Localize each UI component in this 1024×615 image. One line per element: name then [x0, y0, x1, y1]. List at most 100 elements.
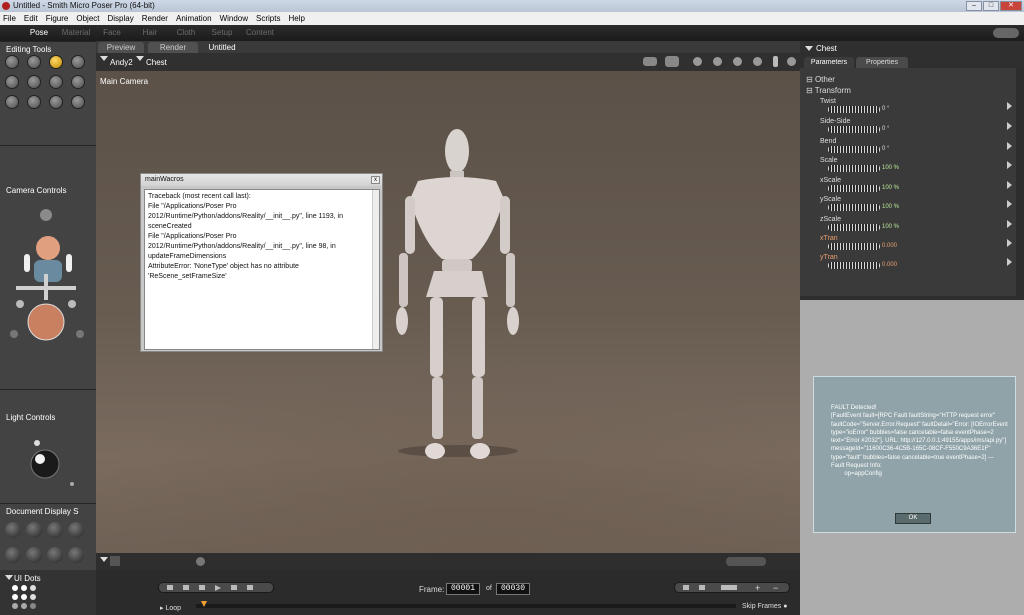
figure-dropdown-icon[interactable] [100, 56, 108, 61]
room-tab-material[interactable]: Material [58, 27, 94, 39]
camera-lock-icon[interactable] [693, 57, 702, 66]
param-value[interactable]: 100 % [882, 185, 899, 191]
actor-select[interactable]: Chest [146, 58, 167, 67]
param-zscale[interactable]: zScale 100 % [820, 216, 1016, 235]
dropdown-icon[interactable] [100, 557, 108, 562]
param-menu-arrow-icon[interactable] [1007, 181, 1012, 189]
param-menu-arrow-icon[interactable] [1007, 258, 1012, 266]
ui-dots-collapse-icon[interactable] [5, 575, 13, 580]
param-value[interactable]: 100 % [882, 204, 899, 210]
param-menu-arrow-icon[interactable] [1007, 122, 1012, 130]
render-tab[interactable]: Render [148, 42, 198, 53]
hidden-line-style-icon[interactable] [68, 522, 84, 538]
param-value[interactable]: 0 ° [882, 146, 889, 152]
camera-controls-widget[interactable] [0, 200, 96, 380]
cartoon-style-icon[interactable] [68, 547, 84, 563]
grouping-tool-icon[interactable] [5, 95, 19, 109]
color-tool-icon[interactable] [71, 75, 85, 89]
menu-window[interactable]: Window [220, 14, 248, 23]
param-side-side[interactable]: Side-Side 0 ° [820, 118, 1016, 137]
previous-frame-icon[interactable] [183, 585, 189, 590]
light-controls-widget[interactable] [0, 428, 96, 498]
shadow-icon[interactable] [713, 57, 722, 66]
current-frame-field[interactable]: 00001 [446, 583, 480, 595]
maximize-button[interactable]: □ [983, 1, 999, 11]
ui-dots-grid[interactable] [0, 585, 96, 615]
settings-dots-icon[interactable] [196, 557, 205, 566]
room-tab-cloth[interactable]: Cloth [170, 27, 202, 39]
wireframe-style-icon[interactable] [47, 522, 63, 538]
param-value[interactable]: 0.000 [882, 243, 897, 249]
first-frame-icon[interactable] [167, 585, 173, 590]
skip-frames-toggle[interactable]: Skip Frames ● [742, 603, 787, 610]
actor-title[interactable]: Chest [816, 44, 837, 53]
param-dial[interactable] [828, 126, 880, 133]
param-dial[interactable] [828, 106, 880, 113]
room-tab-content[interactable]: Content [242, 27, 278, 39]
group-transform[interactable]: ⊟ Transform [806, 86, 851, 95]
last-frame-icon[interactable] [247, 585, 253, 590]
depth-cue-icon[interactable] [773, 56, 778, 67]
keyframe-controls[interactable]: + − [674, 582, 790, 593]
menu-figure[interactable]: Figure [46, 14, 69, 23]
paging-dots-icon[interactable] [726, 557, 766, 566]
taper-tool-icon[interactable] [27, 75, 41, 89]
menu-render[interactable]: Render [142, 14, 168, 23]
menu-animation[interactable]: Animation [176, 14, 212, 23]
param-xscale[interactable]: xScale 100 % [820, 177, 1016, 196]
param-ytran[interactable]: yTran 0.000 [820, 254, 1016, 273]
poser-app-icon[interactable] [2, 2, 10, 10]
tab-properties[interactable]: Properties [856, 57, 908, 68]
param-xtran[interactable]: xTran 0.000 [820, 235, 1016, 254]
timeline-scrubber-icon[interactable] [201, 601, 207, 607]
menu-edit[interactable]: Edit [24, 14, 38, 23]
param-bend[interactable]: Bend 0 ° [820, 138, 1016, 157]
previous-key-icon[interactable] [683, 585, 689, 590]
lit-wireframe-style-icon[interactable] [5, 547, 21, 563]
param-dial[interactable] [828, 204, 880, 211]
figure-select[interactable]: Andy2 [110, 58, 133, 67]
add-key-icon[interactable]: + [755, 583, 760, 593]
bounding-box-icon[interactable] [733, 57, 742, 66]
param-value[interactable]: 100 % [882, 165, 899, 171]
menu-display[interactable]: Display [108, 14, 134, 23]
param-twist[interactable]: Twist 0 ° [820, 98, 1016, 117]
param-dial[interactable] [828, 185, 880, 192]
menu-help[interactable]: Help [288, 14, 304, 23]
parameters-scrollbar[interactable] [1016, 68, 1024, 296]
param-menu-arrow-icon[interactable] [1007, 102, 1012, 110]
param-value[interactable]: 100 % [882, 224, 899, 230]
param-yscale[interactable]: yScale 100 % [820, 196, 1016, 215]
translate-tool-icon[interactable] [49, 55, 63, 69]
total-frames-field[interactable]: 00030 [496, 583, 530, 595]
param-scale[interactable]: Scale 100 % [820, 157, 1016, 176]
param-value[interactable]: 0.000 [882, 262, 897, 268]
python-output-text[interactable]: Traceback (most recent call last): File … [144, 189, 380, 350]
rotate-tool-icon[interactable] [5, 55, 19, 69]
param-dial[interactable] [828, 165, 880, 172]
next-key-icon[interactable] [699, 585, 705, 590]
view-magnifier-tool-icon[interactable] [27, 95, 41, 109]
next-frame-icon[interactable] [231, 585, 237, 590]
param-value[interactable]: 0 ° [882, 126, 889, 132]
room-help-button[interactable] [993, 28, 1019, 38]
twist-tool-icon[interactable] [27, 55, 41, 69]
param-menu-arrow-icon[interactable] [1007, 161, 1012, 169]
menu-scripts[interactable]: Scripts [256, 14, 280, 23]
param-dial[interactable] [828, 146, 880, 153]
preview-tab[interactable]: Preview [98, 42, 144, 53]
playback-controls[interactable] [158, 582, 274, 593]
room-tab-hair[interactable]: Hair [134, 27, 166, 39]
menu-file[interactable]: File [3, 14, 16, 23]
background-color-icon[interactable] [110, 556, 120, 566]
direct-manipulation-tool-icon[interactable] [71, 95, 85, 109]
play-icon[interactable] [215, 585, 221, 591]
scale-tool-icon[interactable] [5, 75, 19, 89]
tracking-mode-icon[interactable] [787, 57, 796, 66]
param-dial[interactable] [828, 262, 880, 269]
param-dial[interactable] [828, 243, 880, 250]
chain-break-tool-icon[interactable] [49, 75, 63, 89]
actor-dropdown-icon[interactable] [136, 56, 144, 61]
key-icon[interactable] [721, 585, 737, 590]
python-window-titlebar[interactable]: mainWacros x [141, 174, 382, 186]
